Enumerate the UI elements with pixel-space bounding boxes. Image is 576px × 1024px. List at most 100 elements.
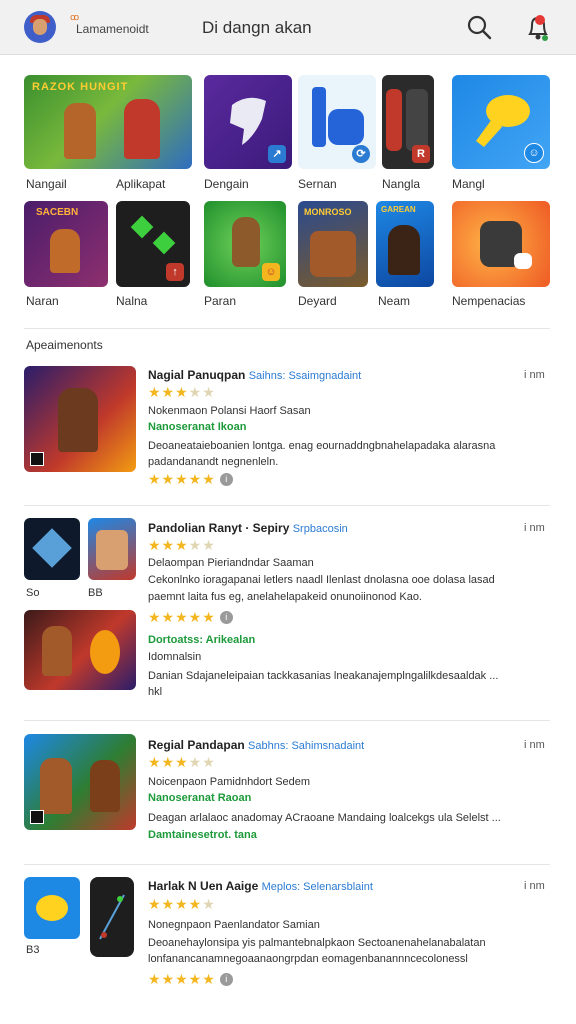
app-tile-label: Dengain	[204, 177, 249, 191]
hero-figure	[310, 231, 356, 277]
app-tile-6[interactable]: SACEBN	[24, 201, 108, 287]
tile-title-art: RAZOK HUNGIT	[32, 81, 129, 93]
card-line: hkl	[148, 686, 163, 698]
card-title[interactable]: Harlak N Uen Aaige Meplos: Selenarsblain…	[148, 879, 373, 893]
card-line: Deoaneataieboanien lontga. enag eournadd…	[148, 440, 496, 452]
hero-figure	[58, 388, 98, 452]
card-line-highlight: Damtainesetrot. tana	[148, 829, 257, 841]
hero-figure	[50, 229, 80, 273]
account-name: Lamamenoidt	[76, 22, 149, 36]
top-bar: ꝏ Lamamenoidt Di dangn akan	[0, 0, 576, 55]
divider	[24, 328, 550, 329]
app-tile-label: Neam	[378, 294, 411, 308]
app-tile-5[interactable]: ☺	[452, 75, 550, 169]
app-logo-shape	[328, 109, 364, 145]
phone-screen-art	[99, 894, 125, 940]
info-icon[interactable]: i	[219, 473, 233, 486]
app-tile-7[interactable]: ↑	[116, 201, 190, 287]
card-line-highlight: Nanoseranat Ikoan	[148, 421, 247, 433]
app-tile-label: Sernan	[298, 177, 337, 191]
card-line: Delaompan Pieriandndar Saaman	[148, 557, 314, 569]
info-icon[interactable]: i	[219, 973, 233, 986]
card-line: paemnt laita fus eg, anelahelapakeid onu…	[148, 591, 422, 603]
card-time: i nm	[524, 369, 545, 381]
hero-figure	[36, 895, 68, 921]
tile-title-art: SACEBN	[36, 207, 79, 218]
app-tile-label: Paran	[204, 294, 237, 308]
avatar-face	[33, 19, 47, 35]
tile-badge: ☺	[524, 143, 544, 163]
card-publisher[interactable]: Sabhns: Sahimsnadaint	[248, 740, 364, 752]
page-title: Di dangn akan	[202, 18, 312, 37]
card-title[interactable]: Pandolian Ranyt · Sepiry Srpbacosin	[148, 521, 348, 535]
card-publisher[interactable]: Meplos: Selenarsblaint	[262, 881, 373, 893]
search-icon[interactable]	[466, 14, 492, 40]
bell-icon[interactable]	[524, 12, 552, 42]
star-rating: ★★★★★	[148, 537, 216, 553]
tile-badge: ☺	[262, 263, 280, 281]
controller-shape	[406, 89, 428, 151]
card-thumbnail[interactable]	[24, 734, 136, 830]
app-tile-10[interactable]: GAREAN	[376, 201, 434, 287]
app-tile-label: Nangail	[26, 177, 67, 191]
star-rating: ★★★★★	[148, 896, 216, 912]
app-tile-9[interactable]: MONROSO	[298, 201, 368, 287]
app-tile-11[interactable]	[452, 201, 550, 287]
info-icon[interactable]: i	[219, 611, 233, 624]
app-tile-2[interactable]: ↗	[204, 75, 292, 169]
hero-figure	[40, 758, 72, 814]
card-thumbnail[interactable]	[90, 877, 134, 957]
card-line: Danian Sdajaneleipaian tackkasanias lnea…	[148, 670, 499, 682]
thumb-label: BB	[88, 587, 103, 599]
hero-figure	[32, 528, 72, 568]
card-title-text: Harlak N Uen Aaige	[148, 879, 259, 893]
card-line: Idomnalsin	[148, 651, 202, 663]
card-time: i nm	[524, 522, 545, 534]
card-thumbnail[interactable]	[24, 610, 136, 690]
gem-shape	[152, 231, 176, 255]
star-rating: ★★★★★ i	[148, 609, 233, 626]
app-tile-label: Naran	[26, 294, 59, 308]
controller-shape	[514, 253, 532, 269]
card-time: i nm	[524, 880, 545, 892]
card-line: Nonegnpaon Paenlandator Samian	[148, 919, 320, 931]
app-tile-label: Nangla	[382, 177, 421, 191]
hero-figure	[96, 530, 128, 570]
section-title: Apeaimenonts	[26, 338, 103, 352]
card-title-text: Regial Pandapan	[148, 738, 245, 752]
avatar[interactable]	[24, 11, 56, 43]
tile-badge: ↗	[268, 145, 286, 163]
tile-badge: R	[412, 145, 430, 163]
card-thumbnail[interactable]	[24, 877, 80, 939]
card-line: Nokenmaon Polansi Haorf Sasan	[148, 405, 311, 417]
card-publisher[interactable]: Saihns: Ssaimgnadaint	[249, 370, 362, 382]
divider	[24, 864, 550, 865]
app-tile-3[interactable]: ⟳	[298, 75, 376, 169]
card-thumbnail[interactable]	[88, 518, 136, 580]
card-line: Deoanehaylonsipa yis palmantebnalpkaon S…	[148, 937, 486, 949]
card-publisher[interactable]: Srpbacosin	[293, 523, 348, 535]
app-tile-label: Nalna	[116, 294, 148, 308]
card-title-text: Nagial Panuqpan	[148, 368, 246, 382]
hero-figure	[124, 99, 160, 159]
hero-figure	[64, 103, 96, 159]
card-thumbnail[interactable]	[24, 518, 80, 580]
hero-figure	[90, 760, 120, 812]
tile-badge: ↑	[166, 263, 184, 281]
star-rating: ★★★★★	[148, 754, 216, 770]
divider	[24, 720, 550, 721]
app-tile-label: Deyard	[298, 294, 337, 308]
app-tile-8[interactable]: ☺	[204, 201, 286, 287]
gem-shape	[130, 215, 154, 239]
card-title-text: Pandolian Ranyt · Sepiry	[148, 521, 290, 535]
tile-title-art: GAREAN	[381, 205, 416, 214]
card-title[interactable]: Nagial Panuqpan Saihns: Ssaimgnadaint	[148, 368, 361, 382]
thumb-badge	[30, 452, 44, 466]
app-tile-4[interactable]: R	[382, 75, 434, 169]
card-thumbnail[interactable]	[24, 366, 136, 472]
card-line: Noicenpaon Pamidnhdort Sedem	[148, 776, 311, 788]
hero-figure	[42, 626, 72, 676]
app-tile-1[interactable]: RAZOK HUNGIT	[24, 75, 192, 169]
app-tile-label: Aplikapat	[116, 177, 166, 191]
card-title[interactable]: Regial Pandapan Sabhns: Sahimsnadaint	[148, 738, 364, 752]
